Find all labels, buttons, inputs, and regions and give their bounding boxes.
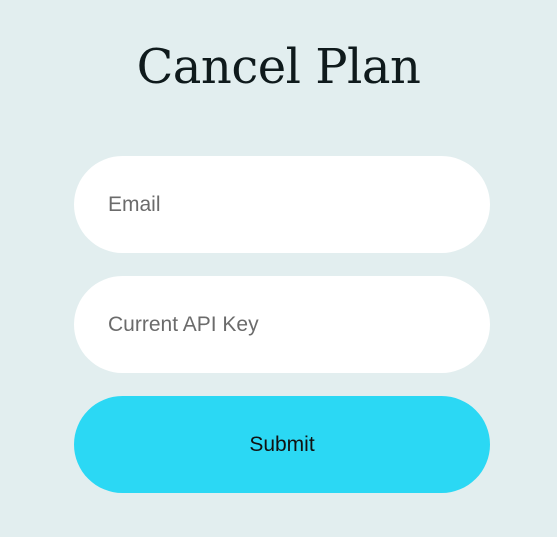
email-field[interactable] xyxy=(74,156,490,253)
submit-button[interactable]: Submit xyxy=(74,396,490,493)
page-title: Cancel Plan xyxy=(136,39,421,95)
api-key-field[interactable] xyxy=(74,276,490,373)
cancel-plan-page: Cancel Plan Submit xyxy=(0,0,557,537)
